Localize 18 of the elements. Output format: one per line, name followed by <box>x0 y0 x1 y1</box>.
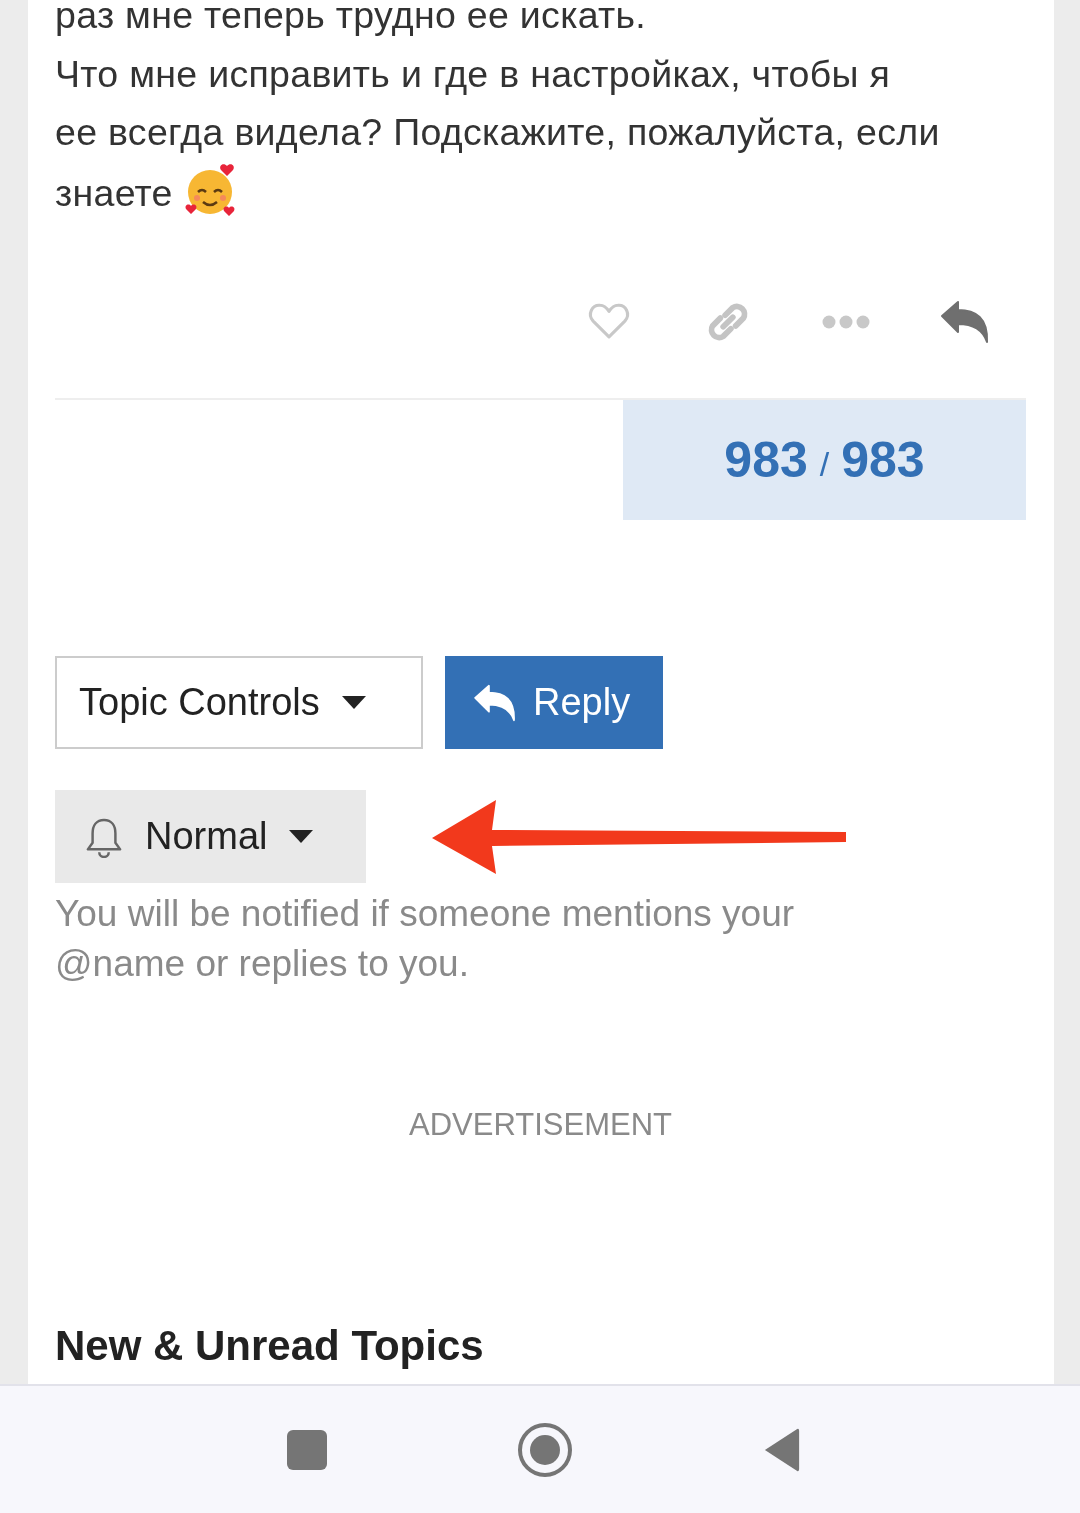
post-text: ее всегда видела? Подскажите, пожалуйста, если <box>55 111 940 153</box>
reply-icon <box>473 683 517 722</box>
post-text: знаете <box>55 171 173 214</box>
post-counter[interactable]: 983 / 983 <box>623 400 1026 520</box>
caret-icon <box>289 829 314 844</box>
back-icon[interactable] <box>763 1426 801 1473</box>
topic-controls-button[interactable]: Topic Controls <box>55 656 423 749</box>
advertisement-label: ADVERTISEMENT <box>408 1107 673 1143</box>
recents-icon[interactable] <box>287 1429 327 1470</box>
post-text: Что мне исправить и где в настройках, чтобы я <box>55 52 890 95</box>
reply-button[interactable]: Reply <box>445 656 663 749</box>
reply-icon[interactable] <box>940 300 990 344</box>
notification-description: You will be notified if someone mentions your @name or replies to you. <box>55 892 796 986</box>
notification-dropdown[interactable]: Normal <box>55 790 366 883</box>
section-heading: New & Unread Topics <box>55 1321 485 1371</box>
home-icon[interactable] <box>517 1421 573 1478</box>
caret-icon <box>341 695 366 710</box>
post-text: раз мне теперь трудно ее искать. <box>55 0 647 36</box>
